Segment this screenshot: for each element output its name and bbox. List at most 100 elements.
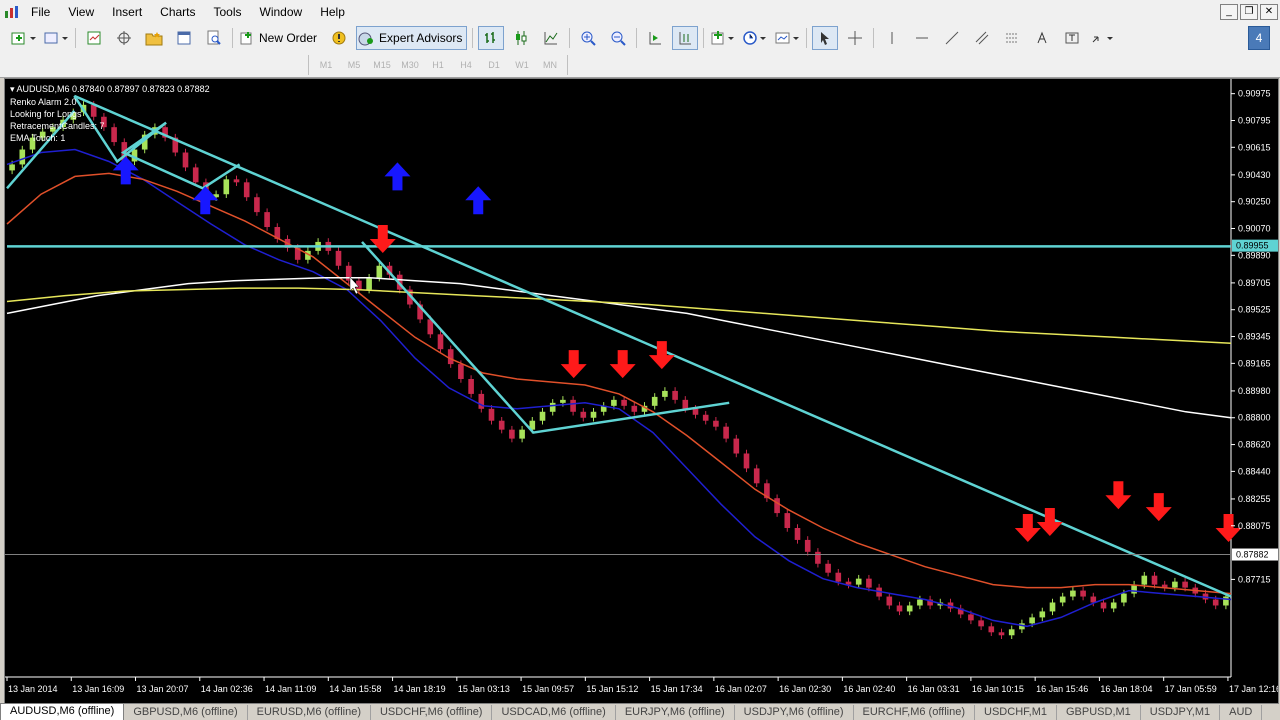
candle-down <box>509 429 515 439</box>
app-icon[interactable] <box>4 4 20 20</box>
templates-button[interactable] <box>773 26 801 50</box>
line-chart-button[interactable] <box>538 26 564 50</box>
new-chart-button[interactable] <box>10 26 38 50</box>
expert-advisors-button[interactable]: Expert Advisors <box>356 26 468 50</box>
restore-icon[interactable]: ❐ <box>1240 4 1258 20</box>
candle-up <box>855 578 862 585</box>
indicators-button[interactable] <box>709 26 737 50</box>
moving-average-line <box>6 276 1232 419</box>
line-chart-icon <box>544 32 558 45</box>
close-icon[interactable]: ✕ <box>1260 4 1278 20</box>
tab-audusd-m6[interactable]: AUDUSD,M6 (offline) <box>0 703 125 720</box>
sell-arrow-icon <box>1014 514 1041 542</box>
menu-help[interactable]: Help <box>311 5 354 19</box>
timeframe-m15[interactable]: M15 <box>368 60 396 70</box>
x-tick-label: 16 Jan 02:07 <box>715 684 767 694</box>
text-button[interactable] <box>1029 26 1055 50</box>
x-tick-label: 14 Jan 18:19 <box>394 684 446 694</box>
trendline <box>73 94 1232 598</box>
zoom-out-button[interactable] <box>605 26 631 50</box>
zoom-in-button[interactable] <box>575 26 601 50</box>
candle-up <box>1172 581 1178 588</box>
tab-aud[interactable]: AUD <box>1220 705 1263 720</box>
menu-view[interactable]: View <box>59 5 103 19</box>
tab-eurchf-m6[interactable]: EURCHF,M6 (offline) <box>854 705 976 720</box>
chart-window[interactable]: ▾ AUDUSD,M6 0.87840 0.87897 0.87823 0.87… <box>4 78 1279 704</box>
tab-usdjpy-m6[interactable]: USDJPY,M6 (offline) <box>735 705 854 720</box>
candle-up <box>549 402 556 412</box>
tab-usdchf-m1[interactable]: USDCHF,M1 <box>975 705 1057 720</box>
chart-shift-button[interactable] <box>672 26 699 50</box>
x-tick-label: 15 Jan 03:13 <box>458 684 510 694</box>
timeframe-w1[interactable]: W1 <box>508 60 536 70</box>
cursor-button[interactable] <box>812 26 839 50</box>
tab-gbpusd-m1[interactable]: GBPUSD,M1 <box>1057 705 1141 720</box>
horizontal-line-button[interactable] <box>909 26 935 50</box>
equidistant-channel-button[interactable] <box>969 26 995 50</box>
tab-eurusd-m6[interactable]: EURUSD,M6 (offline) <box>248 705 371 720</box>
timeframe-m5[interactable]: M5 <box>340 60 368 70</box>
tab-usdchf-m6[interactable]: USDCHF,M6 (offline) <box>371 705 493 720</box>
terminal-button[interactable] <box>171 26 197 50</box>
tab-usdcad-m6[interactable]: USDCAD,M6 (offline) <box>492 705 616 720</box>
menu-window[interactable]: Window <box>251 5 312 19</box>
y-tick-label: 0.88440 <box>1238 466 1271 476</box>
fibonacci-button[interactable] <box>999 26 1025 50</box>
crosshair-button[interactable] <box>842 26 868 50</box>
text-label-button[interactable] <box>1059 26 1085 50</box>
vertical-line-button[interactable] <box>879 26 905 50</box>
profiles-button[interactable] <box>42 26 70 50</box>
expert-advisors-label: Expert Advisors <box>379 31 463 45</box>
toolbar-separator <box>75 28 76 48</box>
cursor-icon <box>821 32 830 45</box>
candle-down <box>1151 575 1158 585</box>
minimize-icon[interactable]: _ <box>1220 4 1238 20</box>
toolbar-separator <box>472 28 474 48</box>
notifications-badge[interactable]: 4 <box>1248 26 1270 50</box>
horizontal-line-icon <box>916 37 929 39</box>
crosshair-icon <box>117 31 131 45</box>
candle-down <box>621 399 627 406</box>
periods-button[interactable] <box>741 26 769 50</box>
market-watch-button[interactable] <box>81 26 107 50</box>
sell-arrow-icon <box>1036 508 1063 537</box>
menu-file[interactable]: File <box>22 5 59 19</box>
tab-gbpusd-m6[interactable]: GBPUSD,M6 (offline) <box>124 705 248 720</box>
candle-up <box>590 411 597 418</box>
new-order-button[interactable]: New Order <box>238 26 322 50</box>
auto-scroll-button[interactable] <box>642 26 668 50</box>
chart-tabs: AUDUSD,M6 (offline) GBPUSD,M6 (offline) … <box>0 703 1280 720</box>
price-chart[interactable]: 0.90975 0.90795 0.90615 0.90430 0.90250 0.900… <box>5 79 1278 703</box>
favorites-button[interactable] <box>141 26 167 50</box>
y-tick-label: 0.88980 <box>1238 386 1271 396</box>
candle-down <box>182 152 189 168</box>
timeframe-h4[interactable]: H4 <box>452 60 480 70</box>
timeframe-mn[interactable]: MN <box>536 60 564 70</box>
arrows-button[interactable] <box>1089 26 1117 50</box>
tab-eurjpy-m6[interactable]: EURJPY,M6 (offline) <box>616 705 735 720</box>
tab-usdjpy-m1[interactable]: USDJPY,M1 <box>1141 705 1221 720</box>
trendline-button[interactable] <box>939 26 965 50</box>
magnifier-page-icon <box>207 30 221 45</box>
candle-down <box>988 626 995 633</box>
timeframe-d1[interactable]: D1 <box>480 60 508 70</box>
toolbar-separator <box>636 28 638 48</box>
candle-up <box>1008 629 1015 636</box>
candle-down <box>896 605 903 612</box>
menu-bar: File View Insert Charts Tools Window Hel… <box>0 0 1280 25</box>
x-tick-label: 14 Jan 15:58 <box>329 684 381 694</box>
tester-button[interactable] <box>201 26 227 50</box>
metaeditor-button[interactable] <box>326 26 352 50</box>
timeframe-h1[interactable]: H1 <box>424 60 452 70</box>
navigator-button[interactable] <box>111 26 137 50</box>
candlestick-button[interactable] <box>508 26 534 50</box>
timeframe-m1[interactable]: M1 <box>312 60 340 70</box>
menu-insert[interactable]: Insert <box>103 5 151 19</box>
timeframe-m30[interactable]: M30 <box>396 60 424 70</box>
candle-down <box>835 572 842 582</box>
menu-tools[interactable]: Tools <box>205 5 251 19</box>
bar-chart-button[interactable] <box>478 26 505 50</box>
menu-charts[interactable]: Charts <box>151 5 204 19</box>
candle-down <box>264 212 270 228</box>
candle-up <box>560 399 566 403</box>
